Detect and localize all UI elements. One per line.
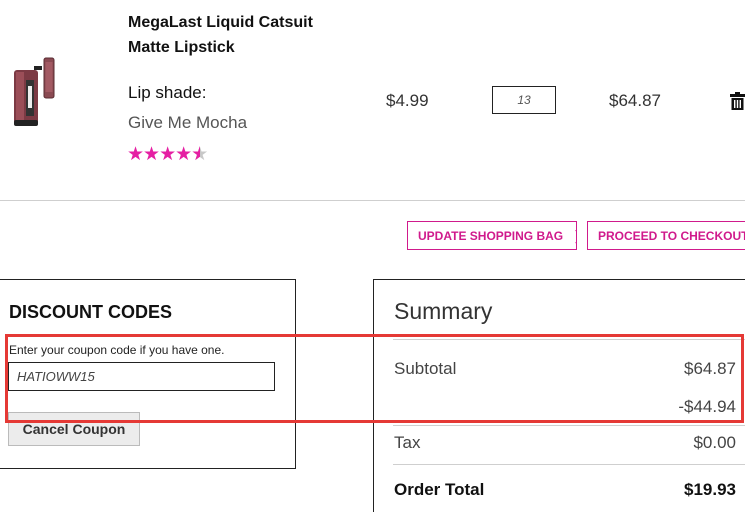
half-star-icon: ★ — [191, 145, 208, 166]
section-divider — [0, 200, 745, 201]
chevron-right-icon: ❯ — [573, 228, 576, 244]
summary-title: Summary — [394, 298, 493, 324]
summary-divider — [393, 464, 745, 465]
product-name-line2: Matte Lipstick — [128, 39, 235, 56]
highlight-box — [5, 334, 744, 423]
tax-label: Tax — [394, 433, 421, 452]
star-icon: ★ — [175, 144, 192, 165]
product-name-line1: MegaLast Liquid Catsuit — [128, 14, 313, 31]
proceed-to-checkout-button[interactable]: PROCEED TO CHECKOUT ❯ — [587, 221, 745, 250]
product-name[interactable]: MegaLast Liquid Catsuit Matte Lipstick — [128, 10, 328, 60]
tax-value: $0.00 — [693, 433, 736, 452]
trash-icon[interactable] — [730, 92, 745, 110]
unit-price: $4.99 — [386, 91, 429, 110]
update-label: UPDATE SHOPPING BAG — [418, 228, 564, 243]
discount-title: DISCOUNT CODES — [9, 302, 173, 322]
update-shopping-bag-button[interactable]: UPDATE SHOPPING BAG ❯ — [407, 221, 577, 250]
line-total: $64.87 — [609, 91, 661, 110]
checkout-label: PROCEED TO CHECKOUT — [598, 228, 745, 243]
order-total-label: Order Total — [394, 480, 485, 499]
star-icon: ★ — [127, 144, 144, 165]
shade-value: Give Me Mocha — [128, 113, 248, 132]
shade-label: Lip shade: — [128, 83, 207, 102]
star-icon: ★ — [143, 144, 160, 165]
order-total-value: $19.93 — [684, 480, 736, 499]
summary-divider — [393, 425, 745, 426]
quantity-input[interactable] — [492, 86, 556, 114]
rating-stars: ★★★★★ — [127, 144, 208, 166]
product-image[interactable] — [4, 56, 64, 128]
star-icon: ★ — [159, 144, 176, 165]
